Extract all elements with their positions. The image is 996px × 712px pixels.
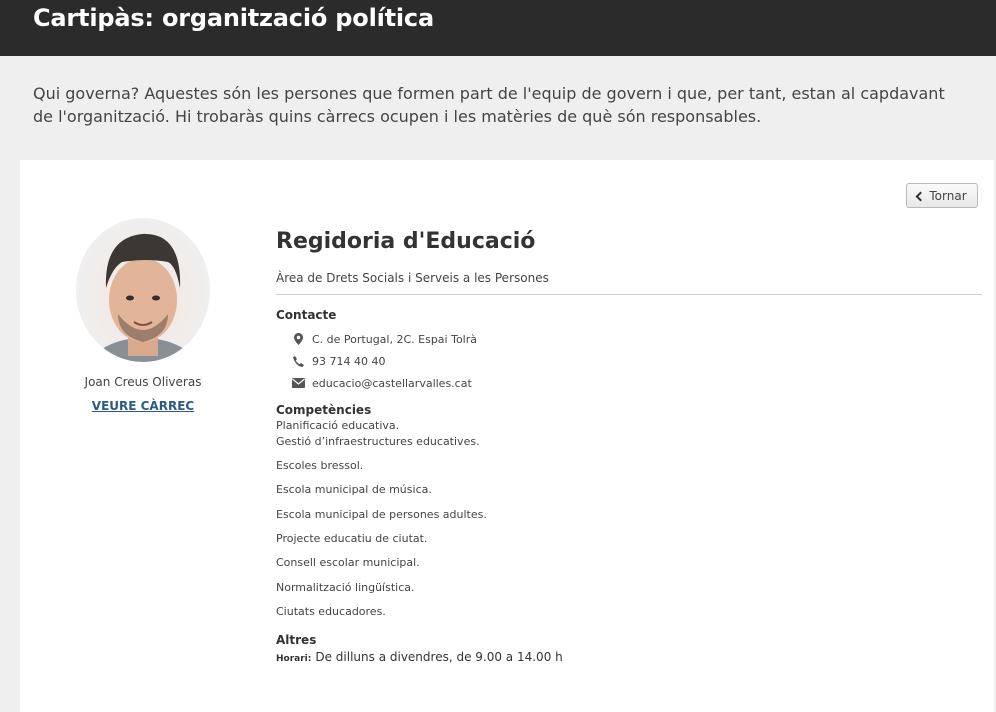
competency-item: Normalització lingüística. [276,581,415,594]
schedule-value: De dilluns a divendres, de 9.00 a 14.00 … [315,650,563,664]
contact-email[interactable]: educacio@castellarvalles.cat [288,375,472,391]
competency-item: Planificació educativa. [276,419,400,432]
avatar [76,218,210,362]
back-button-label: Tornar [929,188,967,203]
divider [276,294,982,295]
person-name: Joan Creus Oliveras [84,375,202,389]
competency-item: Escoles bressol. [276,459,364,472]
view-position-link[interactable]: VEURE CÀRREC [68,399,218,413]
back-button[interactable]: Tornar [906,183,978,208]
content-card: Tornar Joan Creus Oliveras VEURE CÀRREC … [20,160,994,712]
contact-address: C. de Portugal, 2C. Espai Tolrà [288,331,477,347]
competencies-heading: Competències [276,403,372,417]
intro-text: Qui governa? Aquestes són les persones q… [33,84,945,126]
competency-item: Gestió d’infraestructures educatives. [276,435,480,448]
envelope-icon [288,378,308,388]
map-marker-icon [288,333,308,345]
office-title: Regidoria d'Educació [276,229,536,254]
phone-icon [288,355,308,367]
schedule: Horari: De dilluns a divendres, de 9.00 a… [276,650,563,664]
chevron-left-icon [915,191,926,201]
schedule-label: Horari: [276,654,312,664]
office-area: Àrea de Drets Socials i Serveis a les Pe… [276,271,549,285]
competency-item: Escola municipal de persones adultes. [276,508,487,521]
page-header: Cartipàs: organització política [0,0,996,56]
person-portrait-icon [88,233,198,362]
contact-heading: Contacte [276,308,337,322]
competency-item: Ciutats educadores. [276,605,386,618]
competency-item: Escola municipal de música. [276,483,432,496]
competency-item: Consell escolar municipal. [276,556,420,569]
contact-phone: 93 714 40 40 [288,353,385,369]
competency-item: Projecte educatiu de ciutat. [276,532,428,545]
others-heading: Altres [276,633,317,647]
page-title: Cartipàs: organització política [33,4,434,32]
